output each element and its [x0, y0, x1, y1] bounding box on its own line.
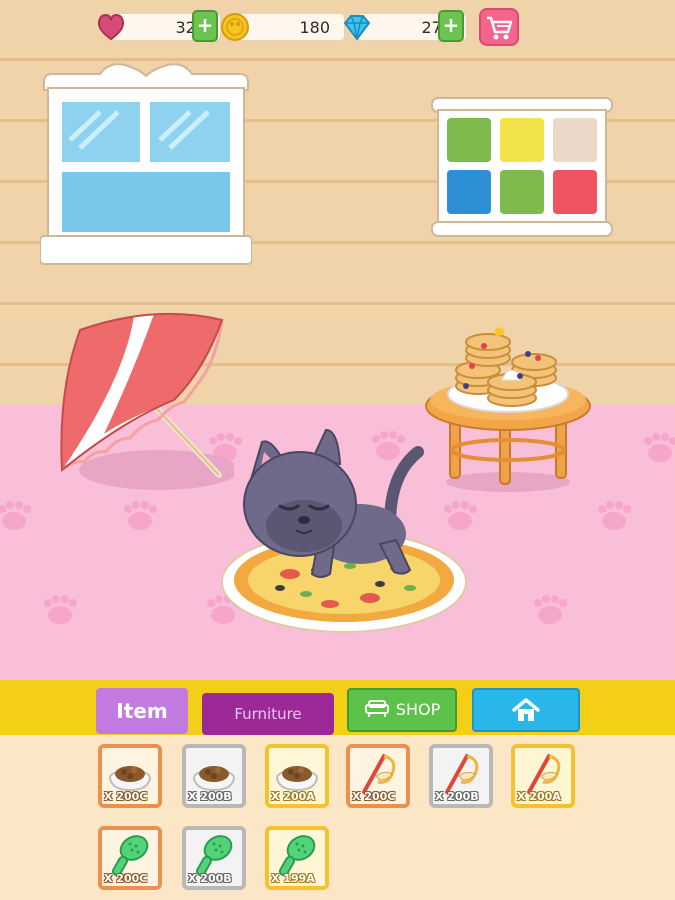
slot-count: X 200 [188, 872, 224, 885]
brush-icon [112, 835, 149, 876]
tab-shop-label: SHOP [395, 700, 441, 719]
tab-shop[interactable]: SHOP [347, 688, 457, 732]
tab-furniture[interactable]: Furniture [202, 693, 334, 735]
slot-grade: C [387, 790, 396, 803]
slot-grade: A [552, 790, 561, 803]
slot-grade: C [139, 790, 148, 803]
slot-quantity: X 200B [435, 790, 479, 803]
slot-grade: C [139, 872, 148, 885]
tab-home[interactable] [472, 688, 580, 732]
heart-icon [97, 13, 125, 41]
window[interactable] [40, 60, 252, 268]
slot-count: X 200 [271, 790, 307, 803]
slot-grade: A [306, 872, 315, 885]
shop-cart-button[interactable] [479, 8, 519, 46]
coin-icon [221, 13, 249, 41]
inventory-slot-feather-wand[interactable]: X 200A [511, 744, 575, 808]
slot-quantity: X 200C [352, 790, 395, 803]
slot-quantity: X 200C [104, 872, 147, 885]
slot-quantity: X 199A [271, 872, 315, 885]
gray-cat[interactable] [240, 424, 430, 594]
inventory-slot-brush[interactable]: X 200C [98, 826, 162, 890]
home-icon [512, 698, 540, 721]
food-bowl-icon [109, 766, 151, 792]
inventory-slot-feather-wand[interactable]: X 200C [346, 744, 410, 808]
feather-wand-icon [445, 754, 479, 794]
feather-wand-icon [527, 754, 561, 794]
add-gems-button[interactable]: + [438, 10, 464, 42]
brush-icon [196, 835, 233, 876]
feather-wand-icon [362, 754, 396, 794]
inventory-slot-food-bowl[interactable]: X 200A [265, 744, 329, 808]
food-bowl-icon [193, 766, 235, 792]
slot-grade: B [223, 790, 232, 803]
slot-count: X 199 [271, 872, 307, 885]
slot-count: X 200 [104, 872, 140, 885]
color-palette-board[interactable] [430, 96, 614, 240]
coins-counter: 180 [220, 10, 346, 42]
inventory-slot-food-bowl[interactable]: X 200C [98, 744, 162, 808]
slot-quantity: X 200A [271, 790, 315, 803]
add-hearts-button[interactable]: + [192, 10, 218, 42]
slot-count: X 200 [435, 790, 471, 803]
slot-count: X 200 [517, 790, 553, 803]
slot-grade: B [223, 872, 232, 885]
gem-icon [343, 15, 371, 41]
inventory-slot-brush[interactable]: X 199A [265, 826, 329, 890]
food-bowl-icon [276, 766, 318, 792]
slot-count: X 200 [104, 790, 140, 803]
slot-grade: B [470, 790, 479, 803]
slot-quantity: X 200C [104, 790, 147, 803]
tab-item[interactable]: Item [96, 688, 188, 734]
brush-icon [279, 835, 316, 876]
inventory-slot-feather-wand[interactable]: X 200B [429, 744, 493, 808]
slot-quantity: X 200A [517, 790, 561, 803]
pancake-table[interactable] [424, 322, 592, 494]
slot-count: X 200 [352, 790, 388, 803]
beach-umbrella[interactable] [54, 310, 234, 500]
slot-quantity: X 200B [188, 790, 232, 803]
slot-quantity: X 200B [188, 872, 232, 885]
slot-grade: A [306, 790, 315, 803]
sofa-icon [364, 700, 389, 717]
inventory-slot-food-bowl[interactable]: X 200B [182, 744, 246, 808]
coins-value: 180 [234, 12, 346, 42]
cart-icon [487, 16, 513, 40]
inventory-slot-brush[interactable]: X 200B [182, 826, 246, 890]
slot-count: X 200 [188, 790, 224, 803]
